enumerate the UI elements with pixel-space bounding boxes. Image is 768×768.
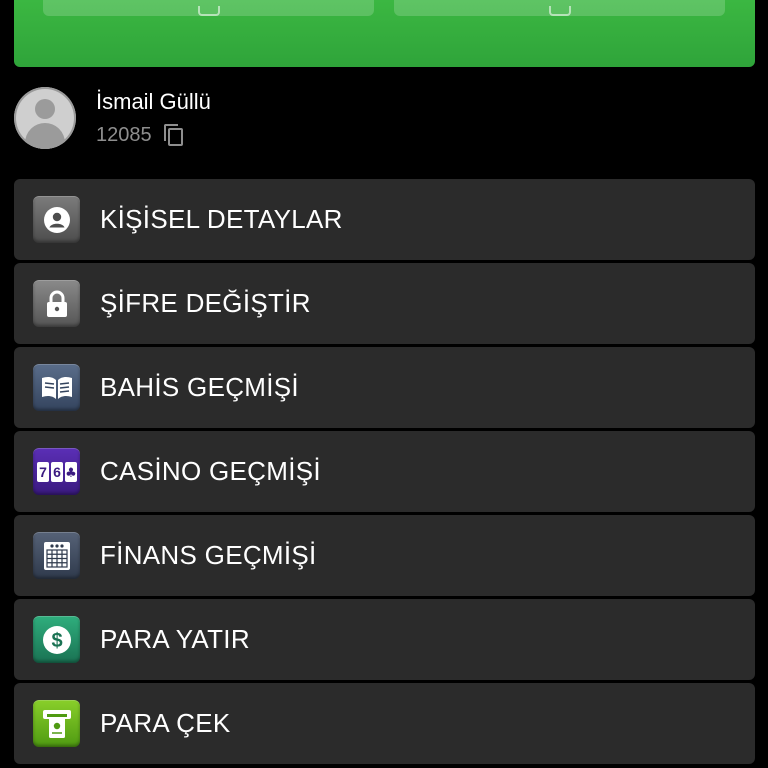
menu-item-label: ŞİFRE DEĞİŞTİR [100, 288, 311, 318]
slot-reel-3: ♣ [65, 466, 77, 481]
atm-icon [33, 700, 80, 747]
menu-item-finance-history[interactable]: FİNANS GEÇMİŞİ [14, 515, 755, 596]
deposit-shortcut-button[interactable] [43, 0, 374, 16]
menu-item-label: CASİNO GEÇMİŞİ [100, 456, 321, 486]
dollar-icon: $ [33, 616, 80, 663]
balance-card [14, 0, 755, 67]
user-id: 12085 [96, 124, 152, 146]
slot-reel-2: 6 [53, 464, 61, 480]
menu-item-withdraw[interactable]: PARA ÇEK [14, 683, 755, 764]
slot-reel-1: 7 [39, 464, 47, 480]
menu-item-label: BAHİS GEÇMİŞİ [100, 372, 299, 402]
avatar [14, 87, 76, 149]
calculator-icon [33, 532, 80, 579]
menu-item-label: KİŞİSEL DETAYLAR [100, 204, 343, 234]
account-screen: İsmail Güllü 12085 KİŞİSEL DETAYLAR ŞİFR… [0, 0, 768, 768]
account-menu: KİŞİSEL DETAYLAR ŞİFRE DEĞİŞTİR BAHİS GE… [14, 179, 755, 767]
slot-machine-icon: 7 6 ♣ [33, 448, 80, 495]
menu-item-label: PARA ÇEK [100, 708, 231, 738]
withdraw-shortcut-button[interactable] [394, 0, 725, 16]
cash-icon [548, 6, 571, 16]
menu-item-bet-history[interactable]: BAHİS GEÇMİŞİ [14, 347, 755, 428]
book-icon [33, 364, 80, 411]
user-name: İsmail Güllü [96, 89, 211, 114]
profile-header: İsmail Güllü 12085 [14, 87, 754, 149]
user-id-row: 12085 [96, 123, 184, 147]
wallet-icon [197, 6, 220, 16]
user-icon [33, 196, 80, 243]
menu-item-label: FİNANS GEÇMİŞİ [100, 540, 317, 570]
menu-item-casino-history[interactable]: 7 6 ♣ CASİNO GEÇMİŞİ [14, 431, 755, 512]
menu-item-personal-details[interactable]: KİŞİSEL DETAYLAR [14, 179, 755, 260]
copy-icon[interactable] [163, 124, 184, 146]
menu-item-change-password[interactable]: ŞİFRE DEĞİŞTİR [14, 263, 755, 344]
lock-icon [33, 280, 80, 327]
menu-item-deposit[interactable]: $ PARA YATIR [14, 599, 755, 680]
dollar-sign: $ [51, 630, 62, 652]
menu-item-label: PARA YATIR [100, 624, 250, 654]
